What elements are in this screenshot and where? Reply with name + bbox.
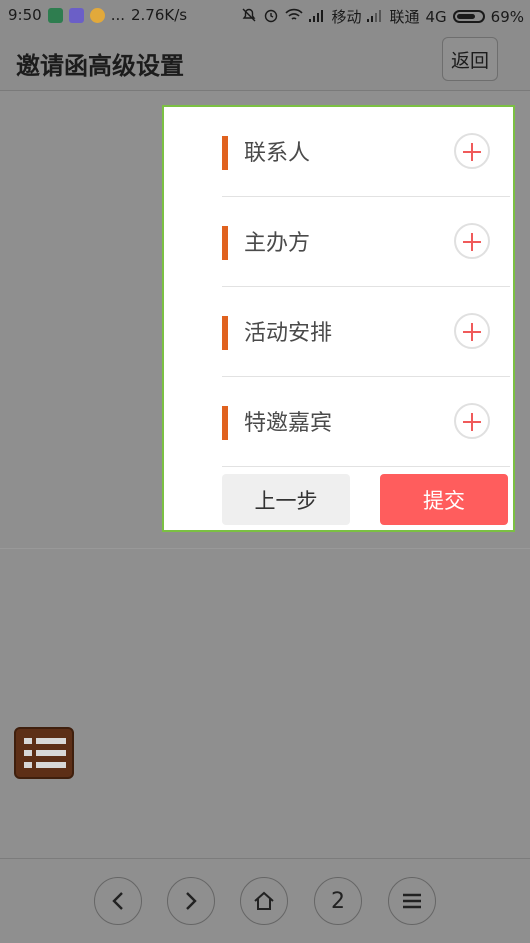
accent-bar xyxy=(222,316,228,350)
tabs-count-button[interactable]: 2 xyxy=(314,877,362,925)
network-type: 4G xyxy=(425,7,447,26)
list-item-organizer[interactable]: 主办方 xyxy=(222,197,510,287)
home-icon[interactable] xyxy=(240,877,288,925)
battery-percent: 69% xyxy=(490,7,524,26)
list-item-label: 主办方 xyxy=(244,231,311,256)
bottom-navigation-bar: 2 xyxy=(0,858,530,943)
page-title: 邀请函高级设置 xyxy=(16,52,184,80)
add-contact-plus-icon[interactable] xyxy=(454,133,490,169)
signal-icon xyxy=(367,8,383,26)
submit-button[interactable]: 提交 xyxy=(380,474,508,525)
network-speed: 2.76K/s xyxy=(131,6,188,24)
list-item-schedule[interactable]: 活动安排 xyxy=(222,287,510,377)
add-guest-plus-icon[interactable] xyxy=(454,403,490,439)
back-button[interactable]: 返回 xyxy=(442,37,498,81)
app-notification-icon xyxy=(68,7,84,23)
status-more: ... xyxy=(110,6,125,24)
list-item-guests[interactable]: 特邀嘉宾 xyxy=(222,377,510,467)
carrier-2: 联通 xyxy=(389,8,420,26)
battery-icon xyxy=(452,10,485,23)
add-organizer-plus-icon[interactable] xyxy=(454,223,490,259)
alarm-icon xyxy=(263,7,279,27)
list-item-label: 活动安排 xyxy=(244,321,333,346)
list-menu-icon[interactable] xyxy=(14,727,74,779)
list-item-label: 特邀嘉宾 xyxy=(244,411,333,436)
list-item-label: 联系人 xyxy=(244,141,311,166)
status-bar: 9:50 ... 2.76K/s 移动 联通 4G 69% xyxy=(0,0,530,30)
accent-bar xyxy=(222,226,228,260)
status-time: 9:50 xyxy=(8,6,42,24)
list-item-contact[interactable]: 联系人 xyxy=(222,107,510,197)
back-chevron-icon[interactable] xyxy=(94,877,142,925)
menu-icon[interactable] xyxy=(388,877,436,925)
settings-popup: 联系人 主办方 活动安排 特邀嘉宾 上一步 提交 xyxy=(162,105,515,532)
forward-chevron-icon[interactable] xyxy=(167,877,215,925)
previous-step-button[interactable]: 上一步 xyxy=(222,474,350,525)
app-header: 邀请函高级设置 返回 xyxy=(0,30,530,91)
browser-app-icon xyxy=(89,7,105,23)
accent-bar xyxy=(222,406,228,440)
shield-app-icon xyxy=(47,7,63,23)
accent-bar xyxy=(222,136,228,170)
signal-icon xyxy=(309,8,325,26)
wifi-icon xyxy=(285,8,304,26)
add-schedule-plus-icon[interactable] xyxy=(454,313,490,349)
carrier-1: 移动 xyxy=(331,8,362,26)
mute-icon xyxy=(241,7,257,27)
